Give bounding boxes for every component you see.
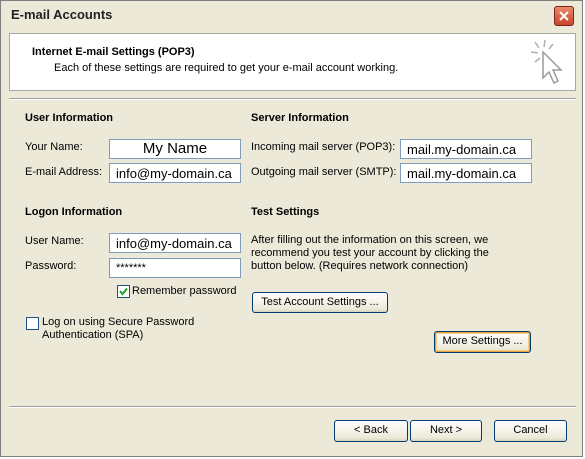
window-title: E-mail Accounts xyxy=(11,7,113,22)
header-panel: Internet E-mail Settings (POP3) Each of … xyxy=(9,33,576,91)
more-settings-button[interactable]: More Settings ... xyxy=(434,331,531,353)
top-separator xyxy=(9,98,576,100)
spa-checkbox[interactable] xyxy=(26,317,39,330)
header-title: Internet E-mail Settings (POP3) xyxy=(32,46,195,58)
test-account-settings-button[interactable]: Test Account Settings ... xyxy=(252,292,388,313)
test-settings-description: After filling out the information on thi… xyxy=(251,234,489,272)
incoming-server-field[interactable]: mail.my-domain.ca xyxy=(400,139,532,159)
close-button[interactable] xyxy=(554,6,574,26)
incoming-server-label: Incoming mail server (POP3): xyxy=(251,141,396,153)
email-accounts-dialog: E-mail Accounts Internet E-mail Settings… xyxy=(0,0,583,457)
header-subtitle: Each of these settings are required to g… xyxy=(54,62,399,74)
outgoing-server-label: Outgoing mail server (SMTP): xyxy=(251,166,397,178)
checkmark-icon xyxy=(119,287,128,296)
close-icon xyxy=(559,11,569,21)
server-info-heading: Server Information xyxy=(251,112,349,124)
your-name-field[interactable]: My Name xyxy=(109,139,241,159)
wizard-cursor-icon xyxy=(530,39,563,85)
remember-password-label[interactable]: Remember password xyxy=(132,285,237,297)
test-settings-heading: Test Settings xyxy=(251,206,320,218)
spa-label-line1[interactable]: Log on using Secure Password xyxy=(42,316,194,328)
title-bar[interactable]: E-mail Accounts xyxy=(1,1,582,29)
user-info-heading: User Information xyxy=(25,112,114,124)
your-name-label: Your Name: xyxy=(25,141,83,153)
bottom-separator xyxy=(9,406,576,408)
outgoing-server-field[interactable]: mail.my-domain.ca xyxy=(400,163,532,183)
spa-label-line2[interactable]: Authentication (SPA) xyxy=(42,329,143,341)
next-button[interactable]: Next > xyxy=(410,420,482,442)
logon-info-heading: Logon Information xyxy=(25,206,123,218)
remember-password-checkbox[interactable] xyxy=(117,285,130,298)
user-name-label: User Name: xyxy=(25,235,84,247)
password-field[interactable]: ******* xyxy=(109,258,241,278)
back-button[interactable]: < Back xyxy=(334,420,408,442)
user-name-field[interactable]: info@my-domain.ca xyxy=(109,233,241,253)
cancel-button[interactable]: Cancel xyxy=(494,420,567,442)
email-address-label: E-mail Address: xyxy=(25,166,103,178)
email-address-field[interactable]: info@my-domain.ca xyxy=(109,163,241,183)
password-label: Password: xyxy=(25,260,77,272)
